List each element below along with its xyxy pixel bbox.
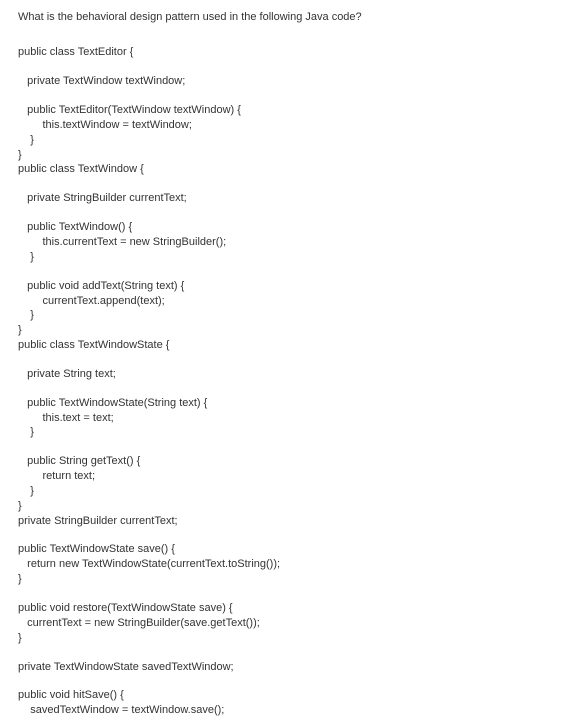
code-line: this.text = text; [18,411,555,426]
code-line: public void restore(TextWindowState save… [18,601,555,616]
code-line [18,60,555,74]
code-line [18,440,555,454]
code-line [18,177,555,191]
code-line: public TextWindowState save() { [18,542,555,557]
code-line: } [18,133,555,148]
code-line: public TextWindow() { [18,220,555,235]
code-line [18,587,555,601]
code-line: public void addText(String text) { [18,279,555,294]
code-line [18,382,555,396]
code-line: public TextEditor(TextWindow textWindow)… [18,103,555,118]
code-line: public class TextWindow { [18,162,555,177]
code-line [18,646,555,660]
code-line: } [18,631,555,646]
code-line [18,206,555,220]
code-line [18,265,555,279]
code-line: } [18,308,555,323]
code-line: return new TextWindowState(currentText.t… [18,557,555,572]
code-line: } [18,148,555,163]
code-line: } [18,572,555,587]
code-block: public class TextEditor { private TextWi… [18,45,555,718]
code-line: this.currentText = new StringBuilder(); [18,235,555,250]
code-line: public TextWindowState(String text) { [18,396,555,411]
code-line: savedTextWindow = textWindow.save(); [18,703,555,718]
code-line: public class TextWindowState { [18,338,555,353]
code-line: } [18,250,555,265]
code-line: private StringBuilder currentText; [18,514,555,529]
code-line: public class TextEditor { [18,45,555,60]
code-line [18,353,555,367]
code-line: public void hitSave() { [18,688,555,703]
code-line: } [18,484,555,499]
code-line: private TextWindow textWindow; [18,74,555,89]
code-line: } [18,323,555,338]
code-line [18,528,555,542]
code-line: currentText = new StringBuilder(save.get… [18,616,555,631]
code-line [18,674,555,688]
code-line: private String text; [18,367,555,382]
code-line [18,89,555,103]
code-line: } [18,499,555,514]
code-line: private StringBuilder currentText; [18,191,555,206]
code-line: } [18,425,555,440]
code-line: public String getText() { [18,454,555,469]
code-line: this.textWindow = textWindow; [18,118,555,133]
code-line: private TextWindowState savedTextWindow; [18,660,555,675]
code-line: currentText.append(text); [18,294,555,309]
question-text: What is the behavioral design pattern us… [18,10,555,25]
code-line: return text; [18,469,555,484]
